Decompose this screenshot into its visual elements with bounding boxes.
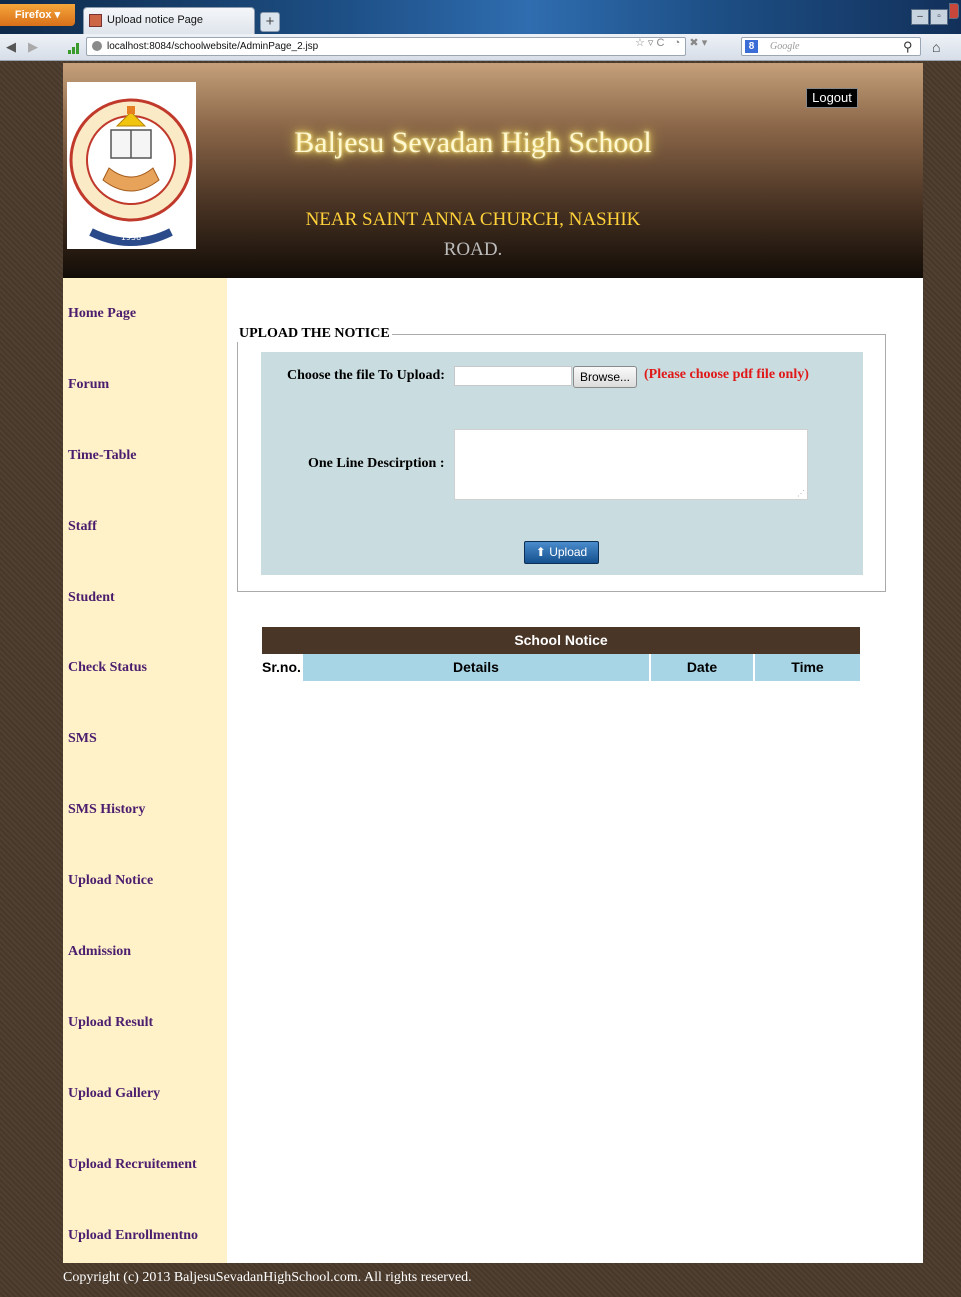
sidebar-item-upload-notice[interactable]: Upload Notice	[68, 873, 153, 889]
file-label: Choose the file To Upload:	[287, 368, 445, 383]
page-container: 1958 Baljesu Sevadan High School NEAR SA…	[63, 63, 923, 1285]
forward-arrow-icon[interactable]: ▶	[28, 39, 38, 55]
sidebar-item-upload-recruitement[interactable]: Upload Recruitement	[68, 1157, 197, 1173]
column-header-time: Time	[755, 654, 860, 681]
firefox-menu-label: Firefox	[14, 9, 52, 21]
school-logo: 1958	[67, 82, 196, 249]
sidebar-item-forum[interactable]: Forum	[68, 377, 109, 393]
firefox-menu-button[interactable]: Firefox ▾	[0, 4, 75, 26]
url-text: localhost:8084/schoolwebsite/AdminPage_2…	[107, 41, 319, 52]
minimize-icon[interactable]: –	[911, 9, 929, 25]
site-identity-icon[interactable]	[92, 41, 102, 51]
sidebar-item-sms[interactable]: SMS	[68, 731, 97, 747]
window-controls: – ▫	[910, 3, 959, 25]
sidebar-item-sms-history[interactable]: SMS History	[68, 802, 145, 818]
close-icon[interactable]	[949, 3, 959, 19]
column-header-details: Details	[303, 654, 649, 681]
column-header-date: Date	[651, 654, 753, 681]
upload-arrow-icon: ⬆	[535, 545, 546, 559]
page-favicon-icon	[89, 14, 102, 27]
upload-button-label: Upload	[549, 545, 588, 559]
browser-titlebar: Firefox ▾ Upload notice Page + – ▫	[0, 0, 961, 34]
sidebar-item-admission[interactable]: Admission	[68, 944, 131, 960]
back-arrow-icon[interactable]: ◀	[6, 39, 16, 55]
upload-button[interactable]: ⬆ Upload	[524, 541, 599, 564]
new-tab-button[interactable]: +	[260, 12, 280, 32]
sidebar-item-upload-enrollmentno[interactable]: Upload Enrollmentno	[68, 1228, 198, 1244]
browse-button[interactable]: Browse...	[573, 366, 637, 388]
admin-sidebar: Home Page Forum Time-Table Staff Student…	[63, 278, 227, 1263]
browser-tab[interactable]: Upload notice Page	[83, 7, 255, 34]
school-address-road: ROAD.	[443, 239, 503, 260]
sidebar-item-upload-gallery[interactable]: Upload Gallery	[68, 1086, 160, 1102]
logo-year: 1958	[121, 233, 141, 242]
footer-copyright: Copyright (c) 2013 BaljesuSevadanHighSch…	[63, 1270, 472, 1285]
sidebar-item-home-page[interactable]: Home Page	[68, 306, 136, 322]
column-header-srno: Sr.no.	[262, 654, 303, 681]
search-icon[interactable]: ⚲	[903, 39, 913, 55]
bookmark-star-icon[interactable]: ☆ ▿ C ◔ ✖ ▾	[635, 36, 707, 49]
school-notice-table: School Notice Sr.no. Details Date Time	[262, 627, 860, 681]
school-address: NEAR SAINT ANNA CHURCH, NASHIK ROAD.	[293, 205, 653, 265]
site-header: 1958 Baljesu Sevadan High School NEAR SA…	[63, 63, 923, 278]
sidebar-item-check-status[interactable]: Check Status	[68, 660, 147, 676]
description-textarea[interactable]: ⋰	[454, 429, 808, 500]
school-name: Baljesu Sevadan High School	[294, 126, 652, 159]
home-icon[interactable]: ⌂	[932, 39, 940, 55]
maximize-icon[interactable]: ▫	[930, 9, 948, 25]
table-header-row: Sr.no. Details Date Time	[262, 654, 860, 681]
upload-notice-legend: UPLOAD THE NOTICE	[237, 326, 392, 342]
description-label: One Line Descirption :	[308, 456, 445, 471]
tab-title: Upload notice Page	[107, 14, 204, 26]
table-title: School Notice	[262, 627, 860, 654]
search-engine-icon[interactable]: 8	[745, 40, 758, 53]
upload-form-panel: Choose the file To Upload: Browse... (Pl…	[261, 352, 863, 575]
file-path-input[interactable]	[454, 366, 572, 386]
resize-grip-icon[interactable]: ⋰	[797, 489, 805, 498]
main-content: UPLOAD THE NOTICE Choose the file To Upl…	[227, 278, 923, 1263]
search-input[interactable]: 8 Google	[741, 37, 921, 56]
search-placeholder: Google	[770, 41, 800, 52]
sidebar-item-student[interactable]: Student	[68, 590, 115, 606]
logout-button[interactable]: Logout	[806, 88, 858, 108]
address-bar[interactable]: localhost:8084/schoolwebsite/AdminPage_2…	[86, 37, 686, 56]
browser-navbar: ◀ ▶ localhost:8084/schoolwebsite/AdminPa…	[0, 34, 961, 61]
sidebar-item-upload-result[interactable]: Upload Result	[68, 1015, 153, 1031]
pdf-only-warning: (Please choose pdf file only)	[644, 367, 809, 382]
school-address-line: NEAR SAINT ANNA CHURCH, NASHIK	[305, 209, 641, 230]
sidebar-item-staff[interactable]: Staff	[68, 519, 97, 535]
signal-bars-icon	[68, 42, 80, 54]
sidebar-item-time-table[interactable]: Time-Table	[68, 448, 136, 464]
